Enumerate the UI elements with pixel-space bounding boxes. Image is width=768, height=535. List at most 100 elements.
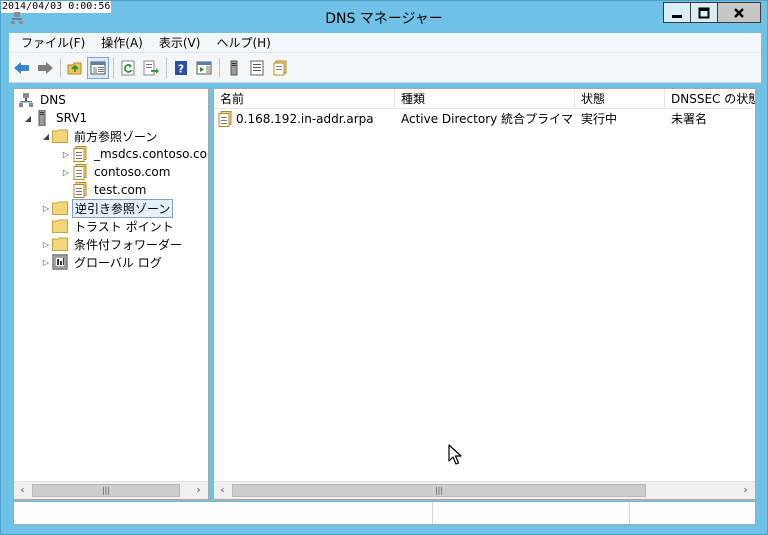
tree-item-contoso-zone[interactable]: ▷ contoso.com [60,163,172,181]
toolbar-separator [113,57,114,78]
help-button[interactable]: ? [170,57,192,79]
tree-item-label: DNS [40,93,66,107]
tree-item-label: test.com [94,183,147,197]
forward-arrow-icon [38,61,53,74]
properties-icon [273,60,287,75]
tree-item-label: 前方参照ゾーン [74,129,158,144]
show-hide-tree-button[interactable] [87,56,109,79]
cell-name: 0.168.192.in-addr.arpa [214,110,395,128]
menu-bar: ファイル(F) 操作(A) 表示(V) ヘルプ(H) [9,33,761,53]
server-icon [230,60,238,75]
column-header-name[interactable]: 名前 [214,89,395,109]
collapse-arrow-icon[interactable]: ◢ [40,127,52,145]
scroll-left-icon[interactable]: ‹ [14,482,31,499]
server-icon [34,110,50,126]
folder-icon [52,218,68,234]
tree-item-label: 逆引き参照ゾーン [72,198,174,218]
scroll-left-icon[interactable]: ‹ [214,482,231,499]
collapse-arrow-icon[interactable]: ◢ [22,109,34,127]
maximize-icon [698,7,710,18]
action-pane-button[interactable] [193,57,215,79]
cell-name-text: 0.168.192.in-addr.arpa [236,112,374,126]
mouse-cursor-icon [448,444,462,465]
forward-button[interactable] [34,57,56,79]
refresh-icon [121,60,135,75]
menu-help[interactable]: ヘルプ(H) [208,33,278,53]
menu-file[interactable]: ファイル(F) [13,33,93,53]
tree-item-reverse-lookup-zones[interactable]: ▷ 逆引き参照ゾーン [40,198,174,218]
server-button[interactable] [223,57,245,79]
zone-icon [72,164,88,180]
tree-item-label: グローバル ログ [74,255,162,270]
expand-arrow-icon[interactable]: ▷ [40,235,52,253]
maximize-button[interactable] [690,2,717,23]
status-segment [433,502,630,524]
zone-icon [218,111,232,127]
toolbar-separator [166,57,167,78]
result-list-pane[interactable]: 名前 種類 状態 DNSSEC の状態 0.168.192.in-addr.ar… [213,88,756,500]
menu-action[interactable]: 操作(A) [93,33,151,53]
menu-view[interactable]: 表示(V) [151,33,209,53]
tree-item-srv1[interactable]: ◢ SRV1 [22,109,89,127]
list-item[interactable]: 0.168.192.in-addr.arpa Active Directory … [214,110,755,128]
tree-item-forward-lookup-zones[interactable]: ◢ 前方参照ゾーン [40,127,159,145]
up-level-button[interactable] [64,57,86,79]
list-view-button[interactable] [246,57,268,79]
grip-icon: ||| [434,486,444,495]
column-header-type[interactable]: 種類 [395,89,575,109]
tree-item-global-logs[interactable]: ▷ グローバル ログ [40,253,164,271]
title-bar[interactable]: 2014/04/03 0:00:56 DNS マネージャー [1,1,767,33]
status-segment [14,502,433,524]
cell-type: Active Directory 統合プライマリ [401,112,575,126]
scrollbar-thumb[interactable]: ||| [232,484,646,497]
console-tree: DNS ◢ SRV1 ◢ 前方参照ゾーン ▷ _msdcs.contoso.co… [14,89,208,481]
list-header: 名前 種類 状態 DNSSEC の状態 [214,89,755,109]
expand-arrow-icon[interactable]: ▷ [60,163,72,181]
grip-icon: ||| [101,486,111,495]
back-button[interactable] [11,57,33,79]
console-tree-pane[interactable]: DNS ◢ SRV1 ◢ 前方参照ゾーン ▷ _msdcs.contoso.co… [13,88,209,500]
properties-button[interactable] [269,57,291,79]
window-title: DNS マネージャー [325,11,443,27]
dns-icon [18,92,34,108]
close-icon [734,7,744,18]
tree-item-label: contoso.com [94,165,171,179]
export-list-button[interactable] [140,57,162,79]
scroll-right-icon[interactable]: › [737,482,754,499]
tree-item-label: SRV1 [56,111,88,125]
scrollbar-thumb[interactable]: ||| [32,484,180,497]
minimize-button[interactable] [663,2,690,23]
expand-arrow-icon[interactable]: ▷ [40,199,52,217]
expand-arrow-icon[interactable]: ▷ [40,253,52,271]
folder-icon [52,236,68,252]
refresh-button[interactable] [117,57,139,79]
back-arrow-icon [14,61,29,74]
expand-arrow-icon[interactable]: ▷ [60,145,72,163]
scroll-right-icon[interactable]: › [190,482,207,499]
tree-item-conditional-forwarders[interactable]: ▷ 条件付フォワーダー [40,235,184,253]
toolbar-separator [60,57,61,78]
list-icon [250,60,264,75]
show-hide-tree-icon [90,61,106,74]
list-horizontal-scrollbar[interactable]: ‹ ||| › [214,481,755,499]
column-header-status[interactable]: 状態 [575,89,665,109]
toolbar: ? [9,53,761,83]
tree-item-dns[interactable]: DNS [18,91,68,109]
column-header-dnssec[interactable]: DNSSEC の状態 [665,89,755,109]
close-button[interactable] [717,2,761,23]
up-folder-icon [67,62,82,74]
svg-text:?: ? [178,62,184,75]
folder-icon [52,128,68,144]
tree-horizontal-scrollbar[interactable]: ‹ ||| › [14,481,208,499]
tree-item-test-zone[interactable]: test.com [72,181,149,199]
dns-manager-window: 2014/04/03 0:00:56 DNS マネージャー ファイル(F) 操作… [0,0,768,535]
status-segment [630,502,755,524]
zone-icon [72,146,88,162]
minimize-icon [672,14,682,18]
folder-icon [52,200,68,216]
tree-item-trust-points[interactable]: トラスト ポイント [52,217,176,235]
tree-item-label: トラスト ポイント [74,219,174,234]
toolbar-separator [219,57,220,78]
tree-item-msdcs-zone[interactable]: ▷ _msdcs.contoso.co [60,145,208,163]
cell-status: 実行中 [581,112,618,126]
